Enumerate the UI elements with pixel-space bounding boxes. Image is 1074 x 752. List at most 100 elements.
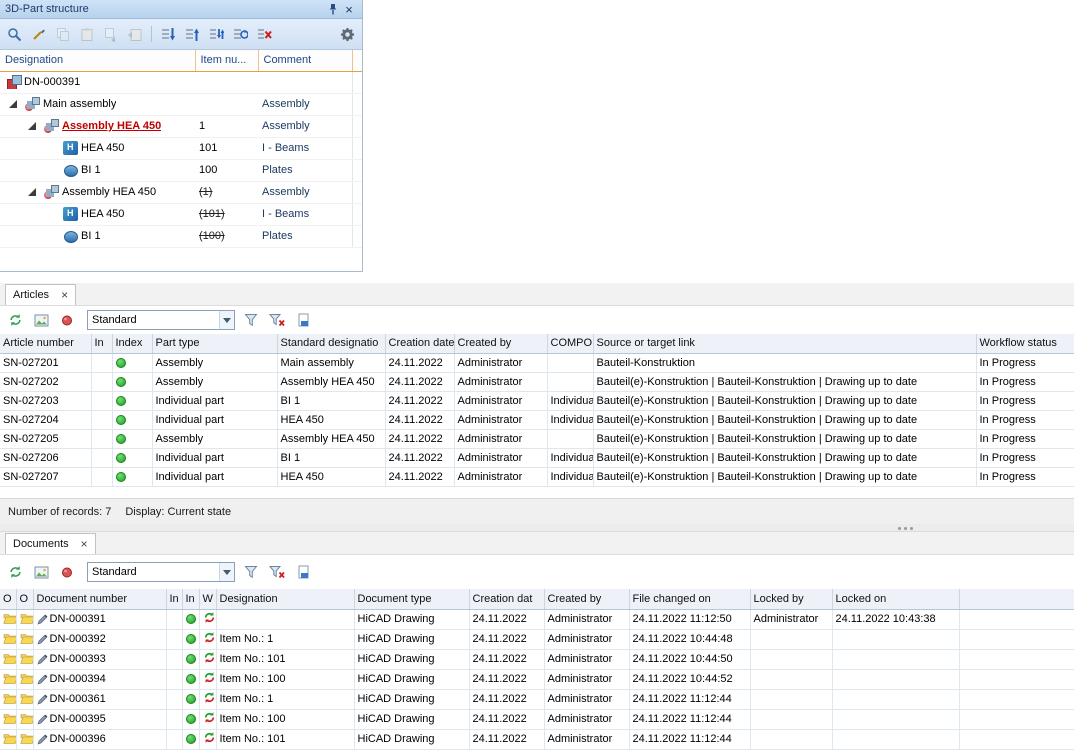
article-row[interactable]: SN-027204 Individual part HEA 450 24.11.… xyxy=(0,410,1074,429)
refresh-icon[interactable] xyxy=(5,310,25,330)
document-row[interactable]: DN-000391 HiCAD Drawing 24.11.2022 Admin… xyxy=(0,609,1074,629)
open-drawing-cell[interactable] xyxy=(0,669,16,689)
chevron-down-icon[interactable] xyxy=(219,563,234,581)
open-readonly-cell[interactable] xyxy=(16,609,33,629)
filter-icon[interactable] xyxy=(241,310,261,330)
scrollbar-track[interactable] xyxy=(352,50,362,71)
tab-articles[interactable]: Articles × xyxy=(5,284,76,305)
col-in[interactable]: In xyxy=(91,334,112,353)
linked-documents-icon[interactable] xyxy=(293,562,313,582)
col-designation[interactable]: Designation xyxy=(216,589,354,609)
close-icon[interactable]: × xyxy=(341,2,357,17)
col-part-type[interactable]: Part type xyxy=(152,334,277,353)
article-row[interactable]: SN-027202 Assembly Assembly HEA 450 24.1… xyxy=(0,372,1074,391)
document-row[interactable]: DN-000395 Item No.: 100 HiCAD Drawing 24… xyxy=(0,709,1074,729)
open-readonly-cell[interactable] xyxy=(16,689,33,709)
tab-close-icon[interactable]: × xyxy=(61,289,68,301)
panel-splitter[interactable] xyxy=(0,524,1074,532)
open-readonly-cell[interactable] xyxy=(16,649,33,669)
col-locked-by[interactable]: Locked by xyxy=(750,589,832,609)
open-drawing-cell[interactable] xyxy=(0,729,16,749)
open-drawing-cell[interactable] xyxy=(0,649,16,669)
col-article-number[interactable]: Article number xyxy=(0,334,91,353)
document-row[interactable]: DN-000392 Item No.: 1 HiCAD Drawing 24.1… xyxy=(0,629,1074,649)
part-structure-row[interactable]: Assembly HEA 450 (1) Assembly xyxy=(0,181,362,203)
result-list-image-icon[interactable] xyxy=(31,310,51,330)
col-comment[interactable]: Comment xyxy=(258,50,352,71)
col-file-changed-on[interactable]: File changed on xyxy=(629,589,750,609)
result-list-image-icon[interactable] xyxy=(31,562,51,582)
article-row[interactable]: SN-027201 Assembly Main assembly 24.11.2… xyxy=(0,353,1074,372)
tab-close-icon[interactable]: × xyxy=(81,538,88,550)
format-brush-icon[interactable] xyxy=(29,24,49,44)
col-standard-designation[interactable]: Standard designatio xyxy=(277,334,385,353)
copy-icon[interactable] xyxy=(53,24,73,44)
col-index[interactable]: Index xyxy=(112,334,152,353)
col-workflow-status[interactable]: Workflow status xyxy=(976,334,1074,353)
col-locked-on[interactable]: Locked on xyxy=(832,589,959,609)
part-structure-row[interactable]: Assembly HEA 450 1 Assembly xyxy=(0,115,362,137)
saved-search-icon[interactable] xyxy=(57,310,77,330)
filter-select[interactable]: Standard xyxy=(87,310,235,330)
tree-expand-icon[interactable] xyxy=(25,185,41,199)
pin-icon[interactable] xyxy=(325,2,341,17)
part-structure-row[interactable]: BI 1 (100) Plates xyxy=(0,225,362,247)
col-designation[interactable]: Designation xyxy=(0,50,195,71)
open-drawing-cell[interactable] xyxy=(0,709,16,729)
filter-select[interactable]: Standard xyxy=(87,562,235,582)
col-component[interactable]: COMPOI xyxy=(547,334,593,353)
clear-filter-icon[interactable] xyxy=(267,562,287,582)
settings-gear-icon[interactable] xyxy=(337,24,357,44)
itemisation-sort-icon[interactable] xyxy=(182,24,202,44)
find-part-icon[interactable] xyxy=(5,24,25,44)
document-row[interactable]: DN-000393 Item No.: 101 HiCAD Drawing 24… xyxy=(0,649,1074,669)
chevron-down-icon[interactable] xyxy=(219,311,234,329)
part-structure-titlebar[interactable]: 3D-Part structure × xyxy=(0,0,362,19)
col-open-2[interactable]: O xyxy=(16,589,33,609)
article-row[interactable]: SN-027205 Assembly Assembly HEA 450 24.1… xyxy=(0,429,1074,448)
itemisation-renumber-icon[interactable] xyxy=(230,24,250,44)
col-open-1[interactable]: O xyxy=(0,589,16,609)
tab-documents[interactable]: Documents × xyxy=(5,533,96,554)
col-in-2[interactable]: In xyxy=(182,589,199,609)
col-document-number[interactable]: Document number xyxy=(33,589,166,609)
tree-expand-icon[interactable] xyxy=(25,119,41,133)
document-row[interactable]: DN-000396 Item No.: 101 HiCAD Drawing 24… xyxy=(0,729,1074,749)
open-drawing-cell[interactable] xyxy=(0,609,16,629)
document-row[interactable]: DN-000394 Item No.: 100 HiCAD Drawing 24… xyxy=(0,669,1074,689)
part-structure-row[interactable]: BI 1 100 Plates xyxy=(0,159,362,181)
col-creation-date[interactable]: Creation dat xyxy=(469,589,544,609)
filter-icon[interactable] xyxy=(241,562,261,582)
clear-filter-icon[interactable] xyxy=(267,310,287,330)
saved-search-icon[interactable] xyxy=(57,562,77,582)
refresh-icon[interactable] xyxy=(5,562,25,582)
open-readonly-cell[interactable] xyxy=(16,629,33,649)
col-in-1[interactable]: In xyxy=(166,589,182,609)
col-document-type[interactable]: Document type xyxy=(354,589,469,609)
part-structure-row[interactable]: HEA 450 (101) I - Beams xyxy=(0,203,362,225)
col-creation-date[interactable]: Creation date xyxy=(385,334,454,353)
col-created-by[interactable]: Created by xyxy=(454,334,547,353)
paste-with-reference-icon[interactable] xyxy=(125,24,145,44)
article-row[interactable]: SN-027207 Individual part HEA 450 24.11.… xyxy=(0,467,1074,486)
part-structure-row[interactable]: DN-000391 xyxy=(0,71,362,93)
itemisation-assign-icon[interactable] xyxy=(206,24,226,44)
col-workflow[interactable]: W xyxy=(199,589,216,609)
itemisation-top-down-icon[interactable] xyxy=(158,24,178,44)
open-drawing-cell[interactable] xyxy=(0,629,16,649)
paste-icon[interactable] xyxy=(77,24,97,44)
article-row[interactable]: SN-027203 Individual part BI 1 24.11.202… xyxy=(0,391,1074,410)
delete-itemisation-icon[interactable] xyxy=(254,24,274,44)
linked-documents-icon[interactable] xyxy=(293,310,313,330)
open-readonly-cell[interactable] xyxy=(16,669,33,689)
article-row[interactable]: SN-027206 Individual part BI 1 24.11.202… xyxy=(0,448,1074,467)
part-structure-row[interactable]: HEA 450 101 I - Beams xyxy=(0,137,362,159)
col-created-by[interactable]: Created by xyxy=(544,589,629,609)
tree-expand-icon[interactable] xyxy=(6,97,22,111)
open-readonly-cell[interactable] xyxy=(16,709,33,729)
copy-with-reference-icon[interactable] xyxy=(101,24,121,44)
open-readonly-cell[interactable] xyxy=(16,729,33,749)
open-drawing-cell[interactable] xyxy=(0,689,16,709)
col-source-target-link[interactable]: Source or target link xyxy=(593,334,976,353)
col-item-number[interactable]: Item nu... xyxy=(195,50,258,71)
